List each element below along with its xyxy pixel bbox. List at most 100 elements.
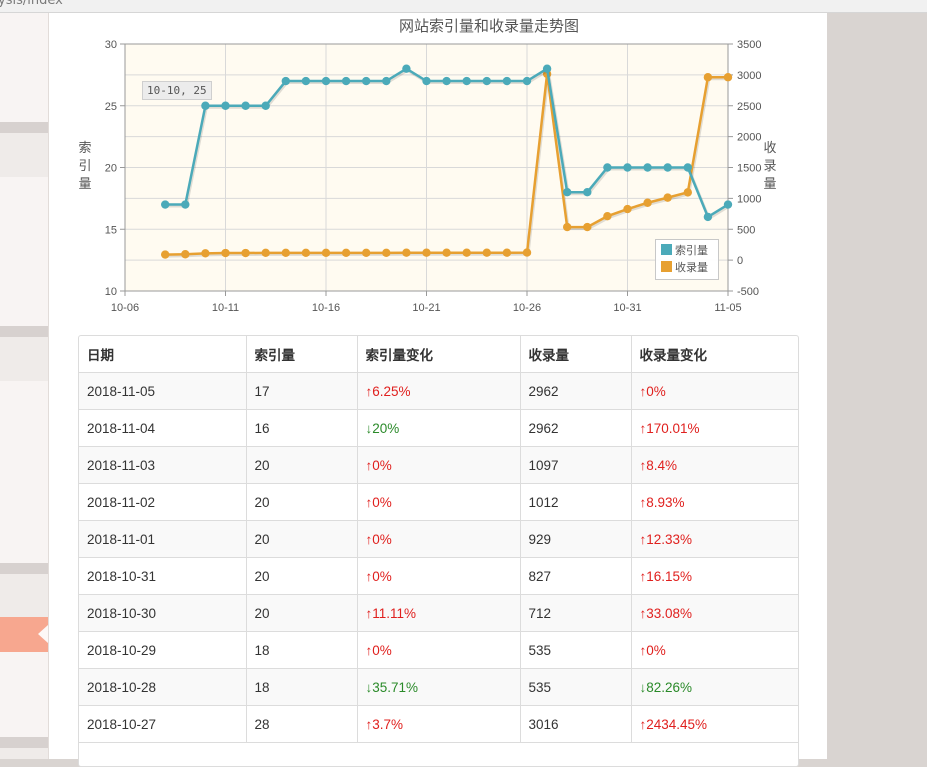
date-cell: 2018-10-27	[79, 705, 247, 743]
chart-tooltip: 10-10, 25	[142, 81, 212, 100]
included-cell: 535	[520, 631, 632, 669]
legend-swatch	[661, 261, 672, 272]
included-cell: 1097	[520, 446, 632, 484]
index-change-cell: ↑3.7%	[357, 705, 521, 743]
series-included-point	[502, 248, 512, 257]
series-included-point	[643, 198, 652, 207]
date-cell: 2018-11-04	[79, 409, 247, 447]
included-change-cell: ↑0%	[631, 372, 798, 410]
sidebar-item[interactable]	[0, 337, 48, 381]
included-cell: 929	[520, 520, 632, 558]
right-axis-title: 收录量	[763, 141, 777, 192]
table-row: 2018-10-31 20 ↑0% 827 ↑16.15%	[79, 557, 798, 595]
included-change-cell: ↑12.33%	[631, 520, 798, 558]
series-index-point	[241, 101, 250, 110]
y-right-tick-label: 2500	[737, 101, 761, 113]
data-table: 日期 索引量 索引量变化 收录量 收录量变化 2018-11-05 17 ↑6.25…	[79, 336, 798, 743]
y-right-tick-label: 1500	[737, 163, 761, 175]
table-row: 2018-11-04 16 ↓20% 2962 ↑170.01%	[79, 409, 798, 447]
table-row: 2018-10-28 18 ↓35.71% 535 ↓82.26%	[79, 668, 798, 706]
column-header-index: 索引量	[246, 336, 358, 373]
series-included-point	[623, 204, 632, 214]
included-cell: 2962	[520, 409, 632, 447]
index-cell: 20	[246, 483, 358, 521]
table-row: 2018-11-03 20 ↑0% 1097 ↑8.4%	[79, 446, 798, 484]
series-index-point	[723, 200, 733, 209]
index-change-cell: ↑0%	[357, 557, 521, 595]
x-tick-label: 11-05	[714, 302, 741, 314]
included-change-cell: ↑170.01%	[631, 409, 798, 447]
index-change-cell: ↑11.11%	[357, 594, 521, 632]
series-included-point	[221, 248, 230, 258]
column-header-included: 收录量	[520, 336, 632, 373]
index-cell: 16	[246, 409, 358, 447]
active-indicator-arrow-icon	[38, 625, 48, 643]
series-index-point	[522, 76, 532, 86]
legend-item-included[interactable]: 收录量	[661, 261, 708, 275]
sidebar-divider	[0, 737, 48, 748]
included-cell: 712	[520, 594, 632, 632]
series-index-point	[321, 76, 331, 86]
included-cell: 3016	[520, 705, 632, 743]
series-index-point	[442, 76, 451, 86]
included-cell: 535	[520, 668, 632, 706]
included-change-cell: ↑8.4%	[631, 446, 798, 484]
series-included-point	[603, 211, 612, 221]
series-index-point	[643, 163, 652, 172]
series-included-point	[703, 73, 713, 82]
series-included-point	[181, 250, 190, 259]
included-cell: 827	[520, 557, 632, 595]
series-index-point	[583, 188, 592, 197]
series-index-point	[221, 101, 230, 110]
index-change-cell: ↓20%	[357, 409, 521, 447]
series-index-point	[462, 76, 471, 86]
left-axis-title: 索引量	[78, 141, 92, 192]
series-included-point	[723, 73, 733, 82]
legend-label: 收录量	[675, 261, 708, 274]
series-index-point	[422, 76, 431, 86]
date-cell: 2018-11-02	[79, 483, 247, 521]
series-included-point	[281, 248, 290, 258]
series-index-point	[161, 200, 170, 209]
chart-legend: 索引量 收录量	[655, 239, 719, 280]
sidebar-divider	[0, 563, 48, 574]
data-table-container: 日期 索引量 索引量变化 收录量 收录量变化 2018-11-05 17 ↑6.25…	[78, 335, 799, 767]
series-index-point	[281, 76, 290, 86]
series-included-point	[683, 188, 692, 197]
index-cell: 18	[246, 631, 358, 669]
series-index-point	[181, 200, 190, 209]
series-included-point	[402, 248, 411, 257]
y-right-tick-label: -500	[737, 286, 759, 298]
date-cell: 2018-11-03	[79, 446, 247, 484]
index-change-cell: ↑6.25%	[357, 372, 521, 410]
y-right-tick-label: 500	[737, 224, 755, 236]
included-change-cell: ↑0%	[631, 631, 798, 669]
index-change-cell: ↓35.71%	[357, 668, 521, 706]
table-row: 2018-11-01 20 ↑0% 929 ↑12.33%	[79, 520, 798, 558]
series-index-point	[603, 163, 612, 172]
legend-item-index[interactable]: 索引量	[661, 244, 708, 258]
included-cell: 1012	[520, 483, 632, 521]
sidebar-item[interactable]	[0, 574, 48, 618]
series-included-point	[422, 248, 431, 257]
column-header-index-change: 索引量变化	[357, 336, 521, 373]
date-cell: 2018-11-05	[79, 372, 247, 410]
series-included-point	[522, 248, 532, 257]
index-cell: 20	[246, 446, 358, 484]
table-row: 2018-11-02 20 ↑0% 1012 ↑8.93%	[79, 483, 798, 521]
included-change-cell: ↑16.15%	[631, 557, 798, 595]
series-index-point	[341, 76, 351, 86]
table-row: 2018-10-29 18 ↑0% 535 ↑0%	[79, 631, 798, 669]
table-header-row: 日期 索引量 索引量变化 收录量 收录量变化	[79, 336, 798, 373]
column-header-date: 日期	[79, 336, 247, 373]
index-change-cell: ↑0%	[357, 483, 521, 521]
sidebar-item[interactable]	[0, 748, 48, 759]
index-change-cell: ↑0%	[357, 631, 521, 669]
x-tick-label: 10-06	[111, 302, 139, 314]
y-right-tick-label: 2000	[737, 132, 761, 144]
included-cell: 2962	[520, 372, 632, 410]
series-included-point	[362, 248, 371, 258]
included-change-cell: ↓82.26%	[631, 668, 798, 706]
index-cell: 28	[246, 705, 358, 743]
x-tick-label: 10-26	[513, 302, 541, 314]
